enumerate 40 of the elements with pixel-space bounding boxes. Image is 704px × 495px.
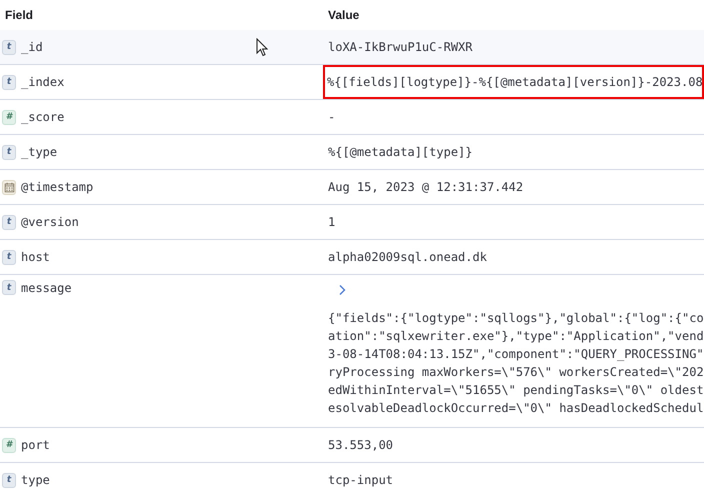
field-name: @timestamp [21, 180, 94, 194]
text-type-badge: t [2, 250, 16, 264]
number-type-badge: # [2, 110, 16, 124]
message-text-line: 3-08-14T08:04:13.15Z","component":"QUERY_PROCESSING" [328, 346, 704, 363]
field-name: @version [21, 215, 79, 229]
field-value: 1 [328, 214, 336, 231]
field-value: Aug 15, 2023 @ 12:31:37.442 [328, 179, 524, 196]
text-type-badge: t [2, 472, 16, 488]
field-name: _index [21, 75, 64, 89]
text-type-badge: t [2, 144, 16, 160]
message-text-line: esolvableDeadlockOccurred=\"0\" hasDeadlockedSchedul [328, 400, 704, 417]
field-name: type [21, 473, 50, 487]
field-value: loXA-IkBrwuP1uC-RWXR [328, 39, 472, 56]
field-value: alpha02009sql.onead.dk [328, 249, 487, 266]
text-type-badge: t [2, 280, 16, 295]
column-header[interactable]: Field [0, 8, 34, 22]
column-header[interactable]: Value [328, 8, 360, 22]
text-type-badge: t [2, 40, 16, 54]
field-name: _score [21, 110, 64, 124]
number-type-badge: # [2, 438, 16, 452]
field-name: message [21, 280, 72, 294]
message-text-line: ryProcessing maxWorkers=\"576\" workersCreated=\"202 [328, 364, 704, 381]
field-value: %{[@metadata][type]} [328, 144, 472, 161]
calendar-icon [2, 180, 16, 194]
field-value: 53.553,00 [328, 437, 394, 454]
highlighted-value: %{[fields][logtype]}-%{[@metadata][version]}-2023.08 [323, 65, 704, 99]
message-text-line: {"fields":{"logtype":"sqllogs"},"global":{"log":{"co [328, 310, 704, 327]
message-text-line: ation":"sqlxewriter.exe"},"type":"Application","vend [328, 328, 704, 345]
field-name: port [21, 438, 50, 452]
field-name: _id [21, 40, 43, 54]
text-type-badge: t [2, 74, 16, 90]
field-name: host [21, 250, 50, 264]
field-name: _type [21, 145, 58, 159]
text-type-badge: t [2, 214, 16, 230]
field-value: - [328, 109, 336, 126]
pointer-cursor-icon [256, 38, 268, 57]
table-row[interactable]: t _id loXA-IkBrwuP1uC-RWXR [0, 30, 704, 65]
chevron-icon[interactable] [338, 284, 346, 296]
message-text-line: edWithinInterval=\"51655\" pendingTasks=\"0\" oldest [328, 382, 704, 399]
field-value: tcp-input [328, 472, 394, 489]
